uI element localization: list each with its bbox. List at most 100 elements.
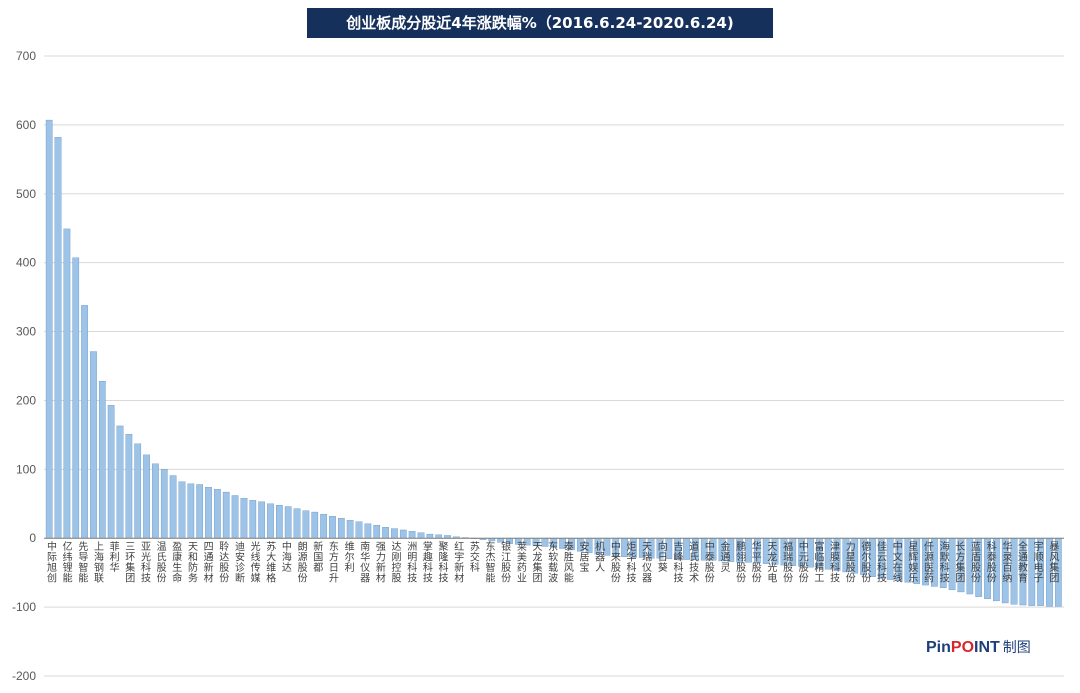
category-label: 中元股份 — [799, 540, 809, 585]
category-label: 中际旭创 — [47, 540, 57, 585]
bar — [178, 481, 186, 539]
category-label: 聚隆科技 — [439, 541, 449, 585]
category-label: 强力新材 — [376, 541, 386, 585]
category-label: 力星股份 — [846, 540, 856, 585]
category-label: 中来股份 — [611, 540, 621, 585]
bar — [54, 137, 62, 539]
logo-text-pin: Pin — [926, 639, 951, 656]
bar — [426, 533, 434, 539]
bar — [408, 531, 416, 539]
category-label: 南华仪器 — [360, 540, 370, 585]
category-label: 佳云科技 — [877, 540, 887, 585]
chart-stage: 创业板成分股近4年涨跌幅%（2016.6.24-2020.6.24) -200-… — [0, 0, 1080, 693]
bar — [320, 513, 327, 539]
bar — [355, 521, 363, 539]
category-label: 三环集团 — [125, 542, 135, 585]
bar — [125, 434, 133, 539]
bar — [143, 454, 150, 539]
bar — [293, 508, 301, 539]
bar — [90, 351, 97, 539]
bars — [45, 119, 1062, 607]
category-label: 先导智能 — [78, 541, 88, 585]
category-label: 天和防务 — [188, 542, 198, 585]
category-label: 东方日升 — [329, 540, 339, 585]
bar — [267, 503, 274, 539]
category-label: 掌趣科技 — [423, 541, 433, 585]
category-label: 向日葵 — [658, 540, 668, 574]
category-label: 达刚控股 — [392, 541, 402, 585]
category-label: 盈康生命 — [172, 541, 182, 585]
logo-text-int: INT — [974, 639, 1000, 656]
category-label: 德尔股份 — [861, 540, 871, 585]
category-label: 亿纬锂能 — [63, 540, 73, 585]
category-label: 四通新材 — [204, 542, 214, 585]
category-label: 机器人 — [595, 540, 605, 574]
bar — [98, 381, 106, 539]
category-label: 亚光科技 — [141, 542, 151, 585]
bar — [745, 538, 752, 563]
category-label: 光线传媒 — [251, 540, 261, 585]
category-label: 华录百纳 — [1002, 540, 1012, 585]
category-label: 金通灵 — [720, 540, 730, 574]
category-label: 中文在线 — [893, 540, 903, 585]
category-label: 安居宝 — [579, 540, 589, 574]
y-tick-label: 0 — [29, 531, 36, 545]
y-tick-label: 700 — [16, 49, 36, 63]
category-label: 海默科技 — [940, 540, 950, 585]
category-label: 东杰智能 — [486, 540, 496, 585]
y-tick-label: 200 — [16, 393, 36, 407]
bar — [196, 484, 204, 539]
bar — [284, 506, 292, 539]
bar — [302, 510, 310, 539]
category-label: 吉峰科技 — [673, 541, 683, 585]
category-label: 天龙集团 — [533, 542, 543, 585]
bar — [45, 119, 53, 539]
category-label: 银江股份 — [501, 540, 511, 585]
category-label: 蓝盾股份 — [971, 541, 981, 585]
bar — [169, 475, 177, 539]
bar-chart: -200 -100 0 100 200 300 400 500 600 700 中际旭创亿纬锂能先导… — [12, 49, 1064, 683]
pinpoint-logo: PinPOINT 制图 — [926, 637, 1031, 657]
category-label: 东软载波 — [548, 540, 558, 585]
category-label: 温氏股份 — [157, 541, 167, 585]
category-label: 道氏技术 — [689, 540, 699, 585]
y-tick-label: 600 — [16, 118, 36, 132]
category-label: 天瑞仪器 — [642, 542, 652, 585]
category-label: 津膜科技 — [830, 541, 840, 585]
y-tick-label: 300 — [16, 325, 36, 339]
y-tick-label: 100 — [16, 462, 36, 476]
category-label: 全通教育 — [1018, 540, 1028, 585]
bar — [276, 505, 283, 539]
category-label: 莱美药业 — [517, 541, 527, 585]
bar — [417, 532, 425, 539]
category-label: 中泰股份 — [705, 540, 715, 585]
bar — [337, 518, 345, 539]
bar — [391, 528, 398, 539]
bar — [399, 529, 407, 539]
category-label: 朗源股份 — [298, 541, 308, 585]
category-label: 菲利华 — [110, 541, 120, 574]
logo-text-po: PO — [950, 639, 975, 656]
bar — [134, 443, 142, 539]
bar — [160, 469, 168, 539]
bar — [364, 523, 372, 539]
bar — [231, 495, 239, 539]
category-label: 鹏翎股份 — [736, 540, 746, 585]
bar — [116, 425, 124, 539]
category-label: 华平股份 — [752, 540, 762, 585]
category-label: 红宇新材 — [454, 540, 464, 585]
category-label: 洲明科技 — [407, 541, 417, 585]
logo-suffix: 制图 — [1002, 640, 1031, 656]
category-label: 宇顺电子 — [1034, 540, 1044, 585]
category-label: 上海钢联 — [94, 541, 104, 585]
bar — [382, 527, 389, 539]
bar — [258, 501, 265, 539]
category-label: 星辉娱乐 — [908, 541, 918, 585]
category-label: 长方集团 — [955, 541, 965, 585]
category-label: 福瑞股份 — [783, 540, 793, 585]
bar — [240, 498, 248, 539]
bar — [249, 500, 257, 539]
bar — [346, 520, 354, 539]
y-tick-label: -100 — [12, 600, 36, 614]
bar — [311, 511, 319, 539]
